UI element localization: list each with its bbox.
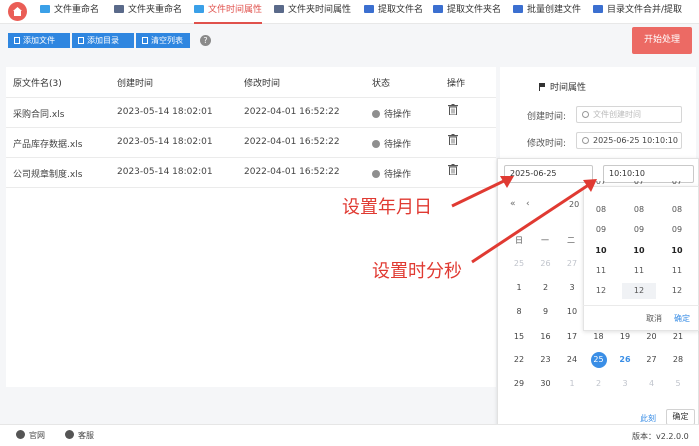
website-label: 官网 (29, 431, 45, 440)
service-link[interactable]: 客服 (65, 430, 94, 441)
annotation-arrows (451, 176, 597, 264)
website-link[interactable]: 官网 (16, 430, 45, 441)
time-arrow (471, 182, 591, 264)
globe-icon (16, 430, 25, 439)
service-label: 客服 (78, 431, 94, 440)
annotation-date: 设置年月日 (342, 197, 432, 218)
date-arrow (451, 177, 509, 208)
app-window: 文件重命名 文件夹重命名 文件时间属性 文件夹时间属性 提取文件名 提取文件夹名 批量创建文… (0, 0, 699, 446)
headset-icon (65, 430, 74, 439)
version-text: 版本：v2.2.0.0 (632, 432, 689, 441)
annotation-time: 设置时分秒 (372, 261, 462, 282)
footer (0, 424, 699, 446)
